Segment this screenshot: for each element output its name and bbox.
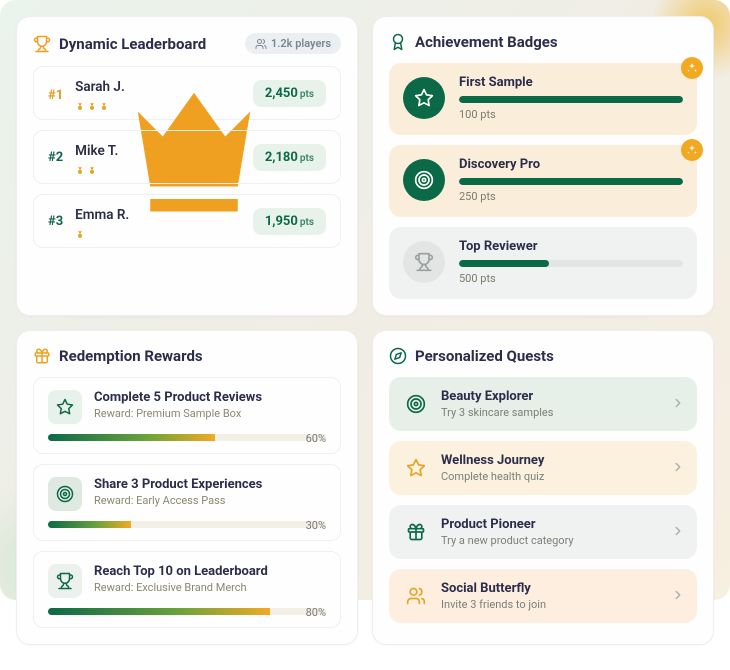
progress-percent: 80% [306,606,326,619]
quest-title: Social Butterfly [441,581,546,596]
achievement-title: Discovery Pro [459,157,683,172]
reward-item[interactable]: Complete 5 Product Reviews Reward: Premi… [33,377,341,454]
quest-subtitle: Try a new product category [441,534,574,547]
reward-subtitle: Reward: Early Access Pass [94,494,262,507]
quest-item[interactable]: Social Butterfly Invite 3 friends to joi… [389,569,697,623]
progress-bar [48,521,326,528]
leaderboard-row[interactable]: #3 Emma R. 1,950pts [33,194,341,248]
progress-bar [459,96,683,103]
leaderboard-title: Dynamic Leaderboard [59,35,206,53]
progress-percent: 60% [306,432,326,445]
chevron-right-icon [671,587,685,606]
reward-item[interactable]: Reach Top 10 on Leaderboard Reward: Excl… [33,551,341,628]
gift-icon [33,347,51,365]
quest-subtitle: Try 3 skincare samples [441,406,553,419]
achievement-title: First Sample [459,75,683,90]
quest-item[interactable]: Beauty Explorer Try 3 skincare samples [389,377,697,431]
rewards-title: Redemption Rewards [59,347,203,365]
points-badge: 2,180pts [253,144,326,171]
reward-item[interactable]: Share 3 Product Experiences Reward: Earl… [33,464,341,541]
target-icon [403,159,445,201]
quest-title: Product Pioneer [441,517,574,532]
gift-icon [403,519,429,545]
achievement-item[interactable]: Discovery Pro 250 pts [389,145,697,217]
target-icon [48,477,82,511]
medal-row [75,225,129,235]
award-icon [389,33,407,51]
progress-percent: 30% [306,519,326,532]
trophy-icon [48,564,82,598]
reward-title: Share 3 Product Experiences [94,477,262,492]
player-name: Emma R. [75,207,129,223]
users-icon [403,583,429,609]
sparkle-icon [681,139,703,161]
players-badge: 1.2k players [245,33,341,54]
reward-subtitle: Reward: Premium Sample Box [94,407,262,420]
medal-row [75,161,118,171]
quest-title: Beauty Explorer [441,389,553,404]
trophy-icon [33,35,51,53]
quests-card: Personalized Quests Beauty Explorer Try … [372,330,714,645]
reward-title: Reach Top 10 on Leaderboard [94,564,268,579]
rank-label: #1 [48,88,63,103]
achievement-points: 100 pts [459,108,683,121]
leaderboard-row[interactable]: #1 Sarah J. 2,450pts [33,66,341,120]
reward-subtitle: Reward: Exclusive Brand Merch [94,581,268,594]
rank-label: #3 [48,214,63,229]
trophy-icon [403,241,445,283]
progress-bar [459,260,683,267]
compass-icon [389,347,407,365]
achievement-points: 250 pts [459,190,683,203]
chevron-right-icon [671,395,685,414]
quest-subtitle: Invite 3 friends to join [441,598,546,611]
star-icon [403,455,429,481]
quest-item[interactable]: Product Pioneer Try a new product catego… [389,505,697,559]
leaderboard-card: Dynamic Leaderboard 1.2k players #1 Sara… [16,16,358,316]
player-name: Mike T. [75,143,118,159]
chevron-right-icon [671,523,685,542]
quest-item[interactable]: Wellness Journey Complete health quiz [389,441,697,495]
achievement-item[interactable]: Top Reviewer 500 pts [389,227,697,299]
leaderboard-row[interactable]: #2 Mike T. 2,180pts [33,130,341,184]
progress-bar [48,608,326,615]
progress-bar [48,434,326,441]
target-icon [403,391,429,417]
quest-subtitle: Complete health quiz [441,470,544,483]
achievements-card: Achievement Badges First Sample 100 pts … [372,16,714,316]
quest-title: Wellness Journey [441,453,544,468]
progress-bar [459,178,683,185]
achievement-item[interactable]: First Sample 100 pts [389,63,697,135]
star-icon [48,390,82,424]
reward-title: Complete 5 Product Reviews [94,390,262,405]
star-icon [403,77,445,119]
chevron-right-icon [671,459,685,478]
achievement-title: Top Reviewer [459,239,683,254]
achievement-points: 500 pts [459,272,683,285]
points-badge: 1,950pts [253,208,326,235]
rank-label: #2 [48,150,63,165]
sparkle-icon [681,57,703,79]
rewards-card: Redemption Rewards Complete 5 Product Re… [16,330,358,645]
quests-title: Personalized Quests [415,347,554,365]
achievements-title: Achievement Badges [415,33,558,51]
